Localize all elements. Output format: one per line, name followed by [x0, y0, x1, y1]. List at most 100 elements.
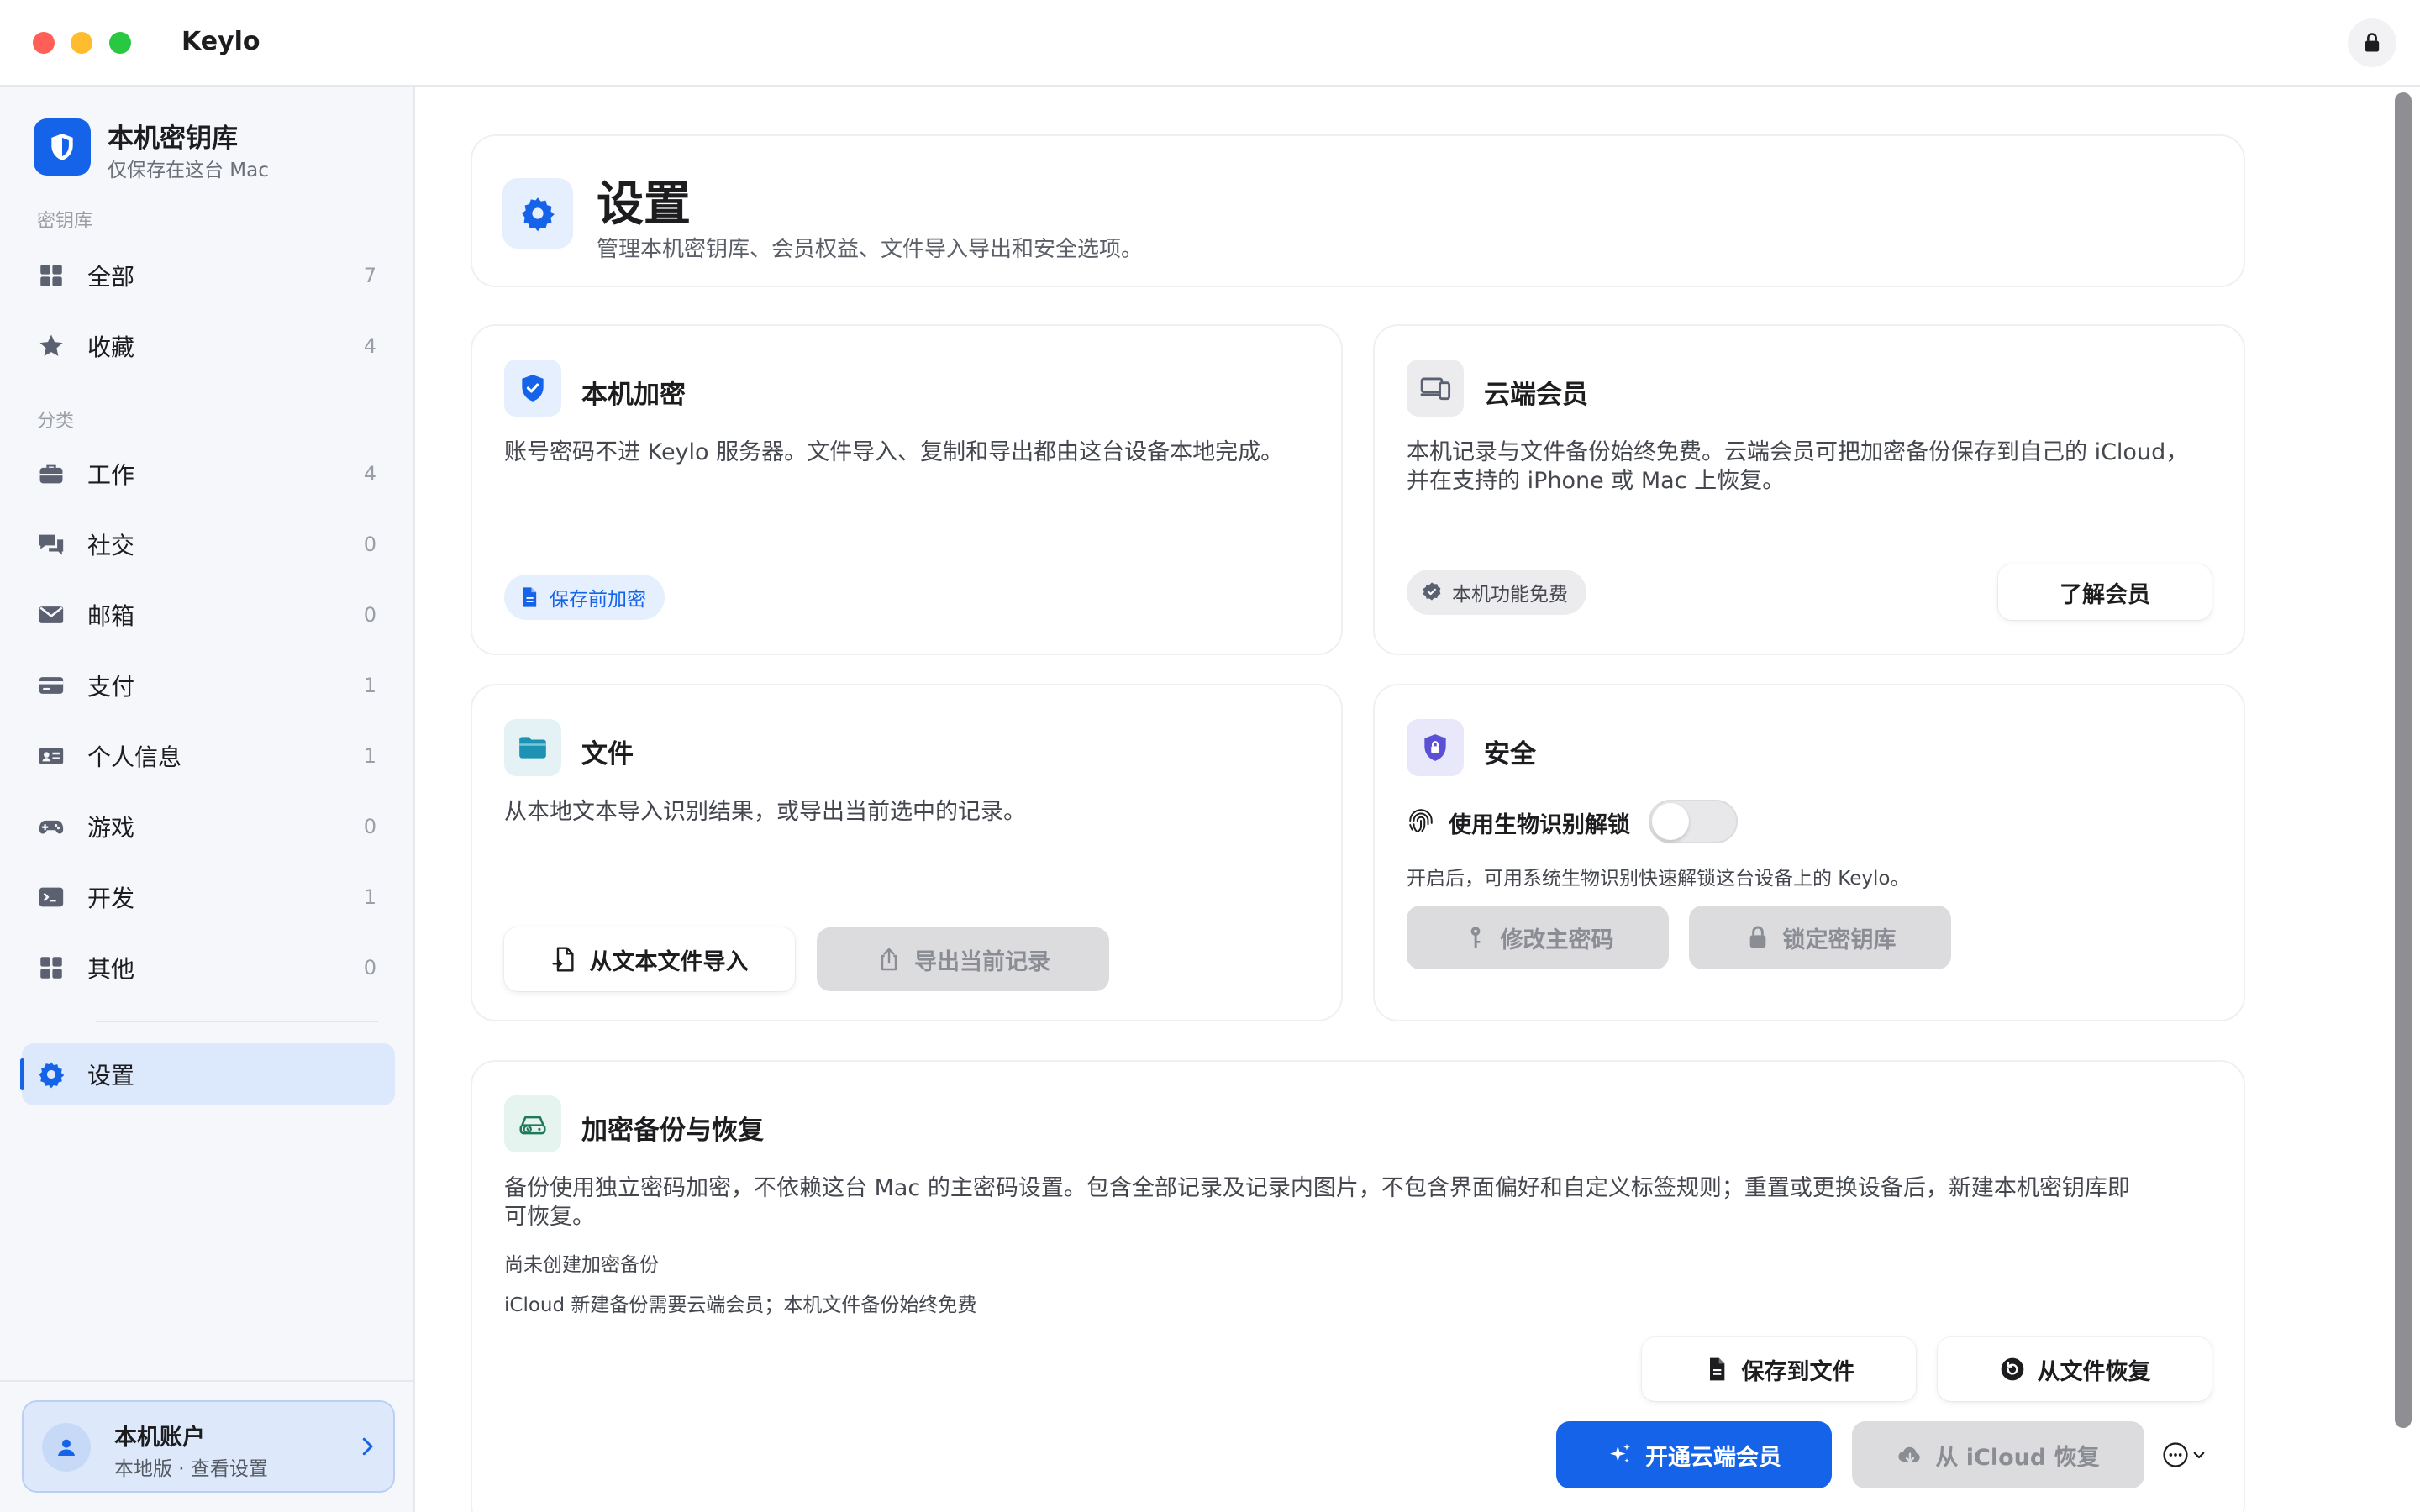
id-card-icon [39, 748, 64, 764]
button-label: 从文件恢复 [2037, 1358, 2151, 1385]
badge-label: 本机功能免费 [1452, 584, 1568, 606]
lock-icon [1749, 926, 1765, 948]
export-current-record-button[interactable]: 导出当前记录 [817, 927, 1109, 991]
backup-drive-icon [519, 1116, 546, 1135]
sidebar-item-personal-info[interactable]: 个人信息 1 [22, 725, 395, 787]
zoom-window-button[interactable] [109, 32, 131, 54]
button-label: 从文本文件导入 [589, 948, 749, 975]
sidebar-item-payment[interactable]: 支付 1 [22, 654, 395, 717]
sidebar-item-work[interactable]: 工作 4 [22, 443, 395, 505]
learn-membership-button[interactable]: 了解会员 [1998, 564, 2212, 620]
more-options-button[interactable] [2161, 1436, 2210, 1473]
button-label: 保存到文件 [1741, 1358, 1855, 1385]
subscribe-cloud-membership-button[interactable]: 开通云端会员 [1556, 1421, 1832, 1488]
gamepad-icon [39, 820, 64, 834]
sidebar-item-count: 0 [363, 603, 376, 627]
sidebar-item-settings[interactable]: 设置 [20, 1043, 395, 1105]
minimize-window-button[interactable] [71, 32, 92, 54]
lock-icon [2365, 33, 2380, 52]
briefcase-icon [39, 464, 63, 484]
lock-app-button[interactable] [2348, 18, 2396, 67]
gear-icon [522, 197, 555, 232]
account-card[interactable]: 本机账户 本地版 · 查看设置 [22, 1400, 395, 1493]
category-section-label: 分类 [37, 411, 75, 432]
sidebar-item-other[interactable]: 其他 0 [22, 937, 395, 999]
credit-card-icon [39, 677, 64, 694]
lock-vault-button[interactable]: 锁定密钥库 [1689, 906, 1951, 969]
vault-subtitle: 仅保存在这台 Mac [108, 160, 269, 181]
close-window-button[interactable] [33, 32, 55, 54]
security-card: 安全 使用生物识别解锁 开启后，可用系统生物识别快速解锁这台设备上的 Keylo… [1373, 684, 2245, 1021]
share-icon [881, 948, 897, 971]
sidebar-item-email[interactable]: 邮箱 0 [22, 584, 395, 646]
star-icon [39, 334, 63, 356]
page-subtitle: 管理本机密钥库、会员权益、文件导入导出和安全选项。 [597, 237, 1144, 262]
sidebar-item-count: 0 [363, 533, 376, 556]
cloud-download-icon [1898, 1446, 1921, 1463]
backup-restore-card: 加密备份与恢复 备份使用独立密码加密，不依赖这台 Mac 的主密码设置。包含全部… [471, 1060, 2245, 1512]
sidebar-item-label: 收藏 [87, 333, 135, 361]
description-line: 并在支持的 iPhone 或 Mac 上恢复。 [1407, 468, 1786, 494]
grid-icon [40, 957, 62, 979]
sidebar-item-label: 设置 [87, 1062, 135, 1089]
sidebar-item-count: 0 [363, 956, 376, 979]
backup-status: 尚未创建加密备份 [504, 1254, 659, 1276]
title-bar: Keylo [0, 0, 2420, 87]
person-icon [58, 1439, 75, 1456]
settings-header-icon [502, 178, 573, 249]
card-title: 加密备份与恢复 [581, 1116, 764, 1146]
card-description: 备份使用独立密码加密，不依赖这台 Mac 的主密码设置。包含全部记录及记录内图片… [504, 1174, 2218, 1231]
restore-icon [2001, 1357, 2023, 1381]
cloud-card-icon [1407, 360, 1464, 417]
badge-label: 保存前加密 [550, 589, 646, 611]
fingerprint-icon [1409, 809, 1433, 832]
restore-from-icloud-button[interactable]: 从 iCloud 恢复 [1852, 1421, 2144, 1488]
document-icon [1709, 1357, 1724, 1381]
description-line: 可恢复。 [504, 1204, 595, 1230]
shield-lock-icon [1424, 734, 1446, 761]
folder-icon [519, 737, 546, 759]
button-label: 了解会员 [2060, 581, 2150, 608]
chat-bubbles-icon [39, 534, 64, 555]
sidebar-item-count: 1 [363, 674, 376, 697]
button-label: 开通云端会员 [1645, 1444, 1781, 1471]
biometric-hint: 开启后，可用系统生物识别快速解锁这台设备上的 Keylo。 [1407, 868, 1910, 890]
local-free-badge: 本机功能免费 [1407, 570, 1586, 615]
card-title: 云端会员 [1484, 380, 1588, 410]
card-description: 从本地文本导入识别结果，或导出当前选中的记录。 [504, 799, 1026, 825]
app-title: Keylo [182, 27, 260, 56]
sidebar-item-social[interactable]: 社交 0 [22, 513, 395, 575]
document-icon [523, 587, 537, 607]
chevron-down-icon [2193, 1452, 2205, 1459]
file-import-icon [551, 947, 574, 972]
scrollbar[interactable] [2395, 92, 2412, 1428]
cloud-membership-card: 云端会员 本机记录与文件备份始终免费。云端会员可把加密备份保存到自己的 iClo… [1373, 324, 2245, 655]
vault-section-label: 密钥库 [37, 211, 93, 232]
devices-icon [1420, 377, 1451, 401]
sidebar-item-favorites[interactable]: 收藏 4 [22, 315, 395, 377]
save-to-file-button[interactable]: 保存到文件 [1642, 1337, 1916, 1401]
biometric-unlock-toggle[interactable] [1649, 800, 1738, 843]
sidebar-item-development[interactable]: 开发 1 [22, 866, 395, 928]
button-label: 锁定密钥库 [1782, 927, 1897, 953]
grid-icon [40, 265, 62, 286]
sidebar-divider [96, 1021, 378, 1022]
account-subtitle: 本地版 · 查看设置 [114, 1458, 268, 1480]
vault-title: 本机密钥库 [108, 123, 238, 154]
sidebar-item-games[interactable]: 游戏 0 [22, 795, 395, 858]
sidebar-item-label: 个人信息 [87, 743, 182, 771]
sidebar-item-label: 游戏 [87, 814, 135, 842]
description-line: 本机记录与文件备份始终免费。云端会员可把加密备份保存到自己的 iCloud， [1407, 439, 2189, 465]
sidebar-item-all[interactable]: 全部 7 [22, 244, 395, 307]
backup-card-icon [504, 1095, 561, 1152]
sidebar-item-count: 7 [363, 264, 376, 287]
verified-badge-icon [1423, 582, 1441, 601]
change-master-password-button[interactable]: 修改主密码 [1407, 906, 1669, 969]
card-title: 安全 [1484, 739, 1536, 769]
card-title: 文件 [581, 739, 634, 769]
restore-from-file-button[interactable]: 从文件恢复 [1938, 1337, 2212, 1401]
import-from-text-file-button[interactable]: 从文本文件导入 [504, 927, 795, 991]
files-card: 文件 从本地文本导入识别结果，或导出当前选中的记录。 从文本文件导入 导出当前记… [471, 684, 1343, 1021]
card-description: 账号密码不进 Keylo 服务器。文件导入、复制和导出都由这台设备本地完成。 [504, 439, 1284, 465]
sidebar-item-count: 4 [363, 334, 376, 358]
